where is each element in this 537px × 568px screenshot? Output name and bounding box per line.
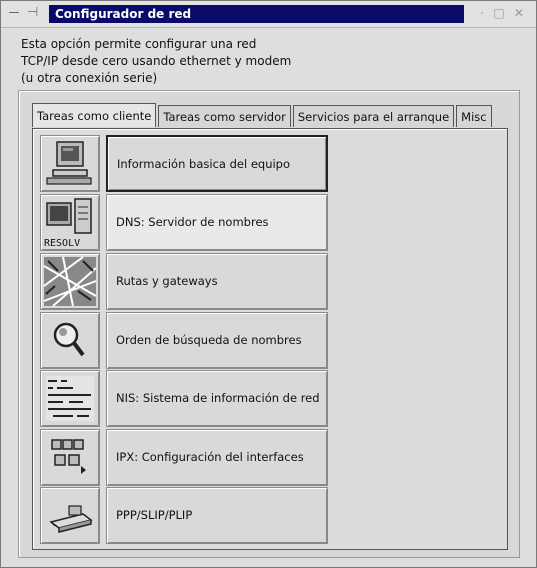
description-line: TCP/IP desde cero usando ethernet y mode… (21, 54, 292, 68)
list-item: Orden de búsqueda de nombres (40, 312, 332, 369)
description-line: (u otra conexión serie) (21, 71, 158, 85)
ppp-slip-plip-button[interactable]: PPP/SLIP/PLIP (106, 487, 328, 544)
maximize-icon[interactable]: □ (493, 7, 505, 19)
tab-boot-services[interactable]: Servicios para el arranque (292, 105, 455, 127)
list-item: NIS: Sistema de información de red (40, 370, 332, 427)
description: Esta opción permite configurar una red T… (21, 36, 291, 87)
tab-server-tasks[interactable]: Tareas como servidor (158, 105, 291, 127)
list-item: RESOLV DNS: Servidor de nombres (40, 194, 332, 251)
tab-misc[interactable]: Misc (456, 105, 492, 127)
nis-list-icon-button[interactable] (40, 370, 100, 427)
list-item: IPX: Configuración del interfaces (40, 429, 332, 486)
tab-client-tasks[interactable]: Tareas como cliente (32, 103, 157, 127)
ipx-network-icon-button[interactable] (40, 429, 100, 486)
title-bar[interactable]: ⊣ Configurador de red · □ ✕ (1, 1, 536, 28)
close-icon[interactable]: ✕ (513, 7, 525, 19)
window-title: Configurador de red (49, 5, 464, 23)
minimize-icon[interactable]: · (476, 7, 488, 19)
routes-gateways-button[interactable]: Rutas y gateways (106, 253, 328, 310)
modem-icon (49, 505, 93, 533)
dns-resolv-icon: RESOLV (44, 198, 92, 248)
description-line: Esta opción permite configurar una red (21, 37, 257, 51)
modem-icon-button[interactable] (40, 487, 100, 544)
list-item: PPP/SLIP/PLIP (40, 487, 332, 544)
magnifier-icon-button[interactable] (40, 312, 100, 369)
magnifier-icon (53, 322, 85, 357)
tab-bar: Tareas como cliente Tareas como servidor… (32, 103, 494, 129)
dns-resolv-icon-button[interactable]: RESOLV (40, 194, 100, 251)
nis-button[interactable]: NIS: Sistema de información de red (106, 370, 328, 427)
ipx-network-icon (51, 439, 86, 474)
list-item: Información basica del equipo (40, 135, 332, 192)
computer-icon (46, 141, 92, 185)
routes-map-icon-button[interactable] (40, 253, 100, 310)
dns-button[interactable]: DNS: Servidor de nombres (106, 194, 328, 251)
nis-list-icon (46, 376, 94, 421)
window-menu-icon[interactable]: ⊣ (9, 5, 38, 20)
list-item: Rutas y gateways (40, 253, 332, 310)
basic-info-button[interactable]: Información basica del equipo (106, 135, 328, 192)
ipx-button[interactable]: IPX: Configuración del interfaces (106, 429, 328, 486)
svg-text:RESOLV: RESOLV (44, 238, 80, 248)
name-search-order-button[interactable]: Orden de búsqueda de nombres (106, 312, 328, 369)
computer-icon-button[interactable] (40, 135, 100, 192)
routes-map-icon (43, 256, 97, 307)
